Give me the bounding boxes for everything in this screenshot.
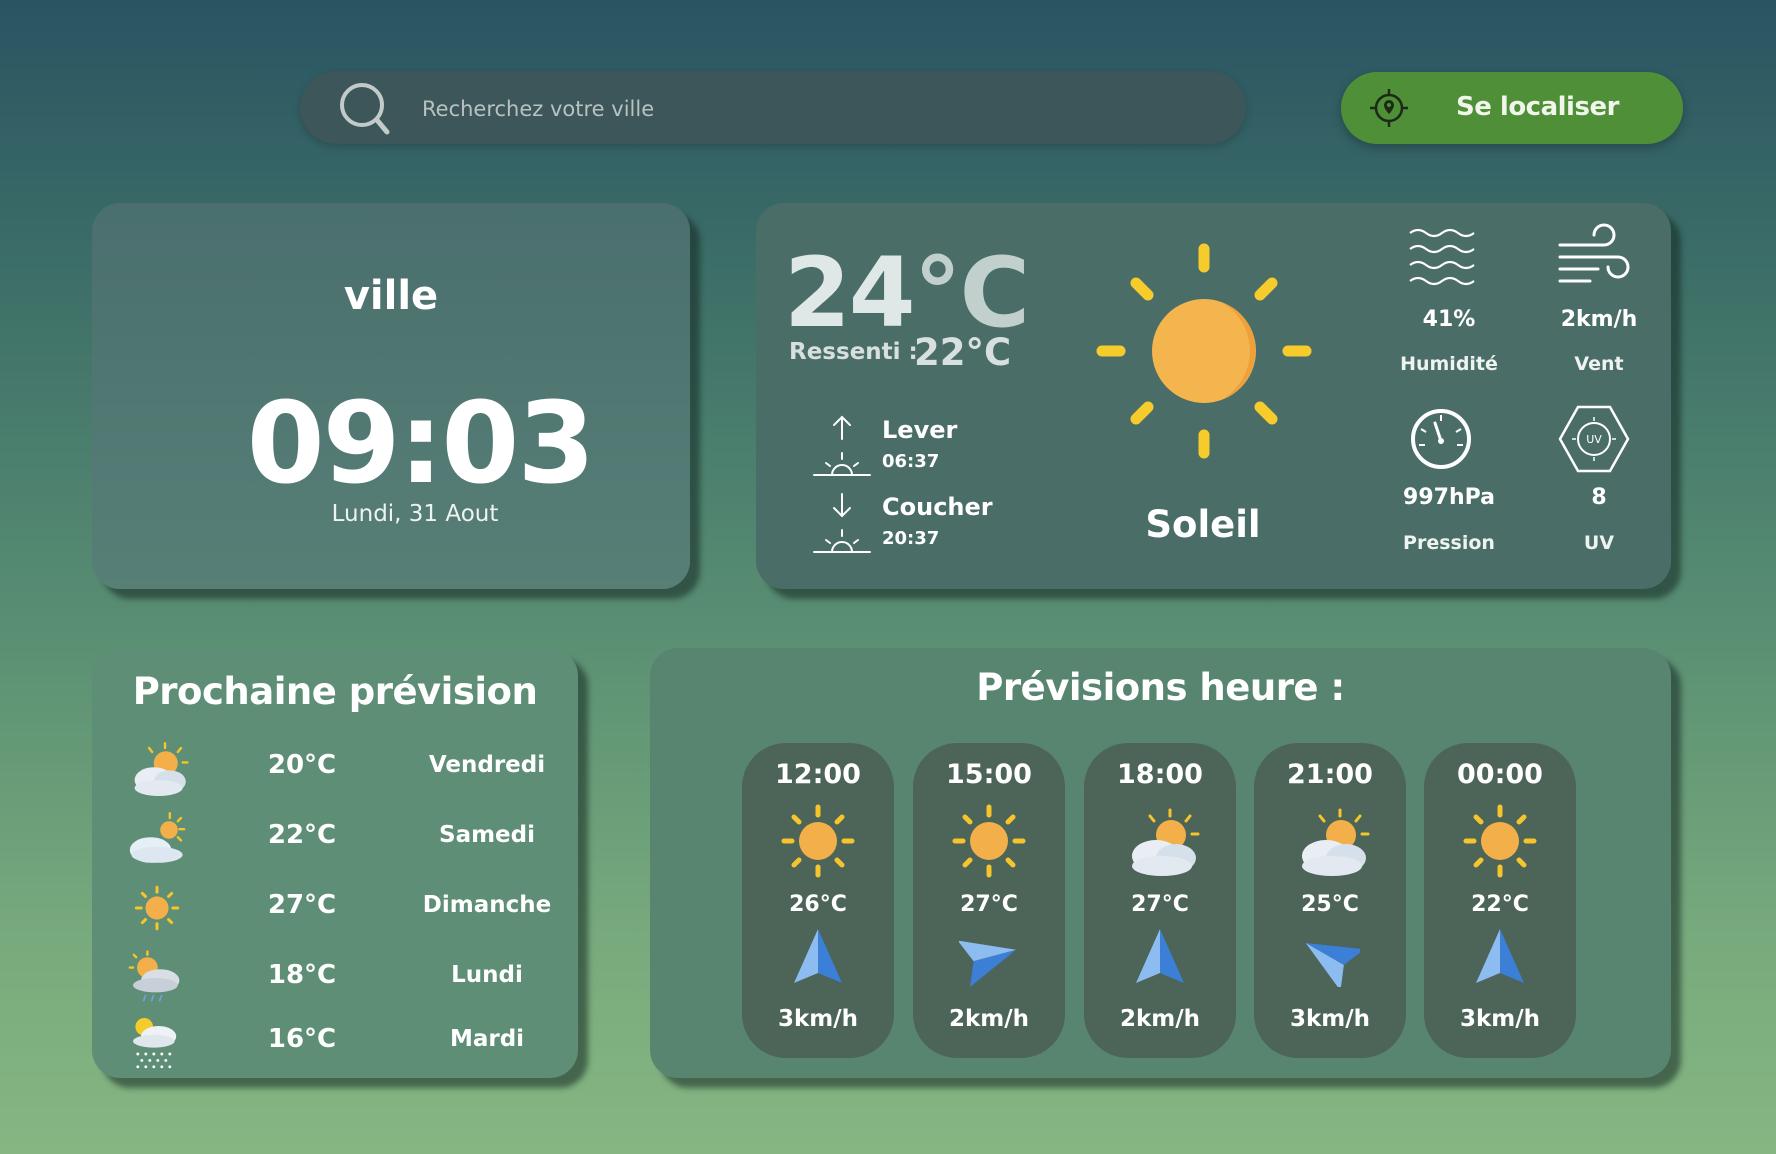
sun-rain-cloud-icon: [128, 950, 180, 1002]
pressure-label: Pression: [1403, 532, 1495, 554]
locate-button-label: Se localiser: [1456, 92, 1619, 122]
hourly-temp: 26°C: [789, 892, 847, 917]
pressure-value: 997hPa: [1403, 485, 1495, 510]
sunrise-label: Lever: [882, 416, 958, 444]
sunset-icon: [813, 493, 871, 553]
current-date: Lundi, 31 Aout: [331, 501, 499, 527]
hourly-temp: 27°C: [960, 892, 1018, 917]
sun-icon: [1460, 801, 1540, 881]
uv-value: 8: [1591, 485, 1607, 510]
hourly-time: 18:00: [1117, 759, 1203, 790]
sun-snow-cloud-icon: [133, 1018, 177, 1069]
wind-direction-west-icon: [1300, 927, 1360, 987]
location-target-icon: [1370, 89, 1408, 127]
hourly-item: 18:00 27°C 2km/h: [1084, 743, 1236, 1058]
pressure-icon: [1411, 409, 1471, 469]
city-name: ville: [343, 273, 439, 319]
forecast-row: 18°C Lundi: [92, 950, 578, 1006]
feels-like-label: Ressenti :: [789, 339, 918, 365]
forecast-day: Vendredi: [428, 752, 546, 778]
hourly-time: 00:00: [1457, 759, 1543, 790]
wind-direction-north-icon: [1136, 929, 1184, 983]
humidity-value: 41%: [1422, 307, 1476, 332]
wind-label: Vent: [1574, 353, 1624, 375]
forecast-temp: 18°C: [267, 960, 337, 990]
cloud-sun-icon: [1300, 808, 1370, 878]
search-icon: [340, 83, 390, 135]
hourly-wind: 3km/h: [1459, 1006, 1541, 1032]
hourly-item: 00:00 22°C 3km/h: [1424, 743, 1576, 1058]
sunrise-icon: [813, 415, 871, 476]
sun-icon: [1096, 243, 1312, 459]
uv-label: UV: [1583, 532, 1615, 554]
hourly-wind: 2km/h: [948, 1006, 1030, 1032]
sun-icon: [949, 801, 1029, 881]
weather-condition: Soleil: [1145, 503, 1261, 546]
sunrise-time: 06:37: [882, 451, 940, 472]
forecast-temp: 22°C: [267, 820, 337, 850]
current-weather-card: 24°C Ressenti : 22°C Lever 06:37 Coucher…: [756, 203, 1671, 589]
forecast-day: Lundi: [451, 962, 523, 988]
locate-button[interactable]: Se localiser: [1341, 72, 1683, 144]
temperature-value: 24: [784, 237, 916, 349]
hourly-wind: 3km/h: [777, 1006, 859, 1032]
search-bar[interactable]: [300, 71, 1246, 144]
forecast-temp: 27°C: [267, 890, 337, 920]
hourly-time: 15:00: [946, 759, 1032, 790]
wind-direction-north-icon: [1476, 929, 1524, 983]
daily-forecast-title: Prochaine prévision: [132, 670, 538, 713]
hourly-wind: 3km/h: [1289, 1006, 1371, 1032]
hourly-item: 12:00 26°C 3km/h: [742, 743, 894, 1058]
hourly-forecast-title: Prévisions heure :: [976, 666, 1345, 709]
search-input[interactable]: [420, 89, 1204, 129]
sun-icon: [134, 885, 180, 931]
hourly-item: 15:00 27°C 2km/h: [913, 743, 1065, 1058]
cloud-sun-icon: [1130, 808, 1200, 878]
forecast-day: Mardi: [449, 1026, 525, 1052]
city-time-card: ville 09:03 Lundi, 31 Aout: [92, 203, 690, 589]
hourly-temp: 27°C: [1131, 892, 1189, 917]
wind-direction-north-icon: [794, 929, 842, 983]
wind-value: 2km/h: [1560, 307, 1638, 332]
sunset-label: Coucher: [882, 493, 993, 521]
forecast-row: 16°C Mardi: [92, 1014, 578, 1070]
cloud-sun-icon: [133, 742, 189, 796]
forecast-day: Dimanche: [422, 892, 552, 918]
wind-icon: [1558, 223, 1630, 283]
hourly-temp: 22°C: [1471, 892, 1529, 917]
feels-like-value: 22°C: [914, 331, 1012, 374]
sunset-time: 20:37: [882, 528, 940, 549]
sun-icon: [778, 801, 858, 881]
forecast-row: 27°C Dimanche: [92, 880, 578, 936]
forecast-row: 20°C Vendredi: [92, 740, 578, 796]
forecast-day: Samedi: [439, 822, 535, 848]
hourly-item: 21:00 25°C 3km/h: [1254, 743, 1406, 1058]
wind-direction-east-icon: [959, 927, 1019, 987]
hourly-forecast-card: Prévisions heure : 12:00 26°C 3km/h 15:0…: [650, 648, 1671, 1078]
humidity-label: Humidité: [1400, 353, 1498, 375]
hourly-time: 21:00: [1287, 759, 1373, 790]
hourly-wind: 2km/h: [1119, 1006, 1201, 1032]
hourly-time: 12:00: [775, 759, 861, 790]
svg-text:UV: UV: [1586, 433, 1602, 446]
humidity-icon: [1409, 228, 1475, 286]
forecast-temp: 16°C: [267, 1024, 337, 1054]
uv-icon: UV: [1558, 405, 1630, 473]
forecast-temp: 20°C: [267, 750, 337, 780]
daily-forecast-card: Prochaine prévision 20°C Vendredi 22°C S…: [92, 648, 578, 1078]
hourly-temp: 25°C: [1301, 892, 1359, 917]
sun-behind-cloud-icon: [129, 812, 186, 863]
forecast-row: 22°C Samedi: [92, 810, 578, 866]
current-time: 09:03: [246, 379, 596, 509]
